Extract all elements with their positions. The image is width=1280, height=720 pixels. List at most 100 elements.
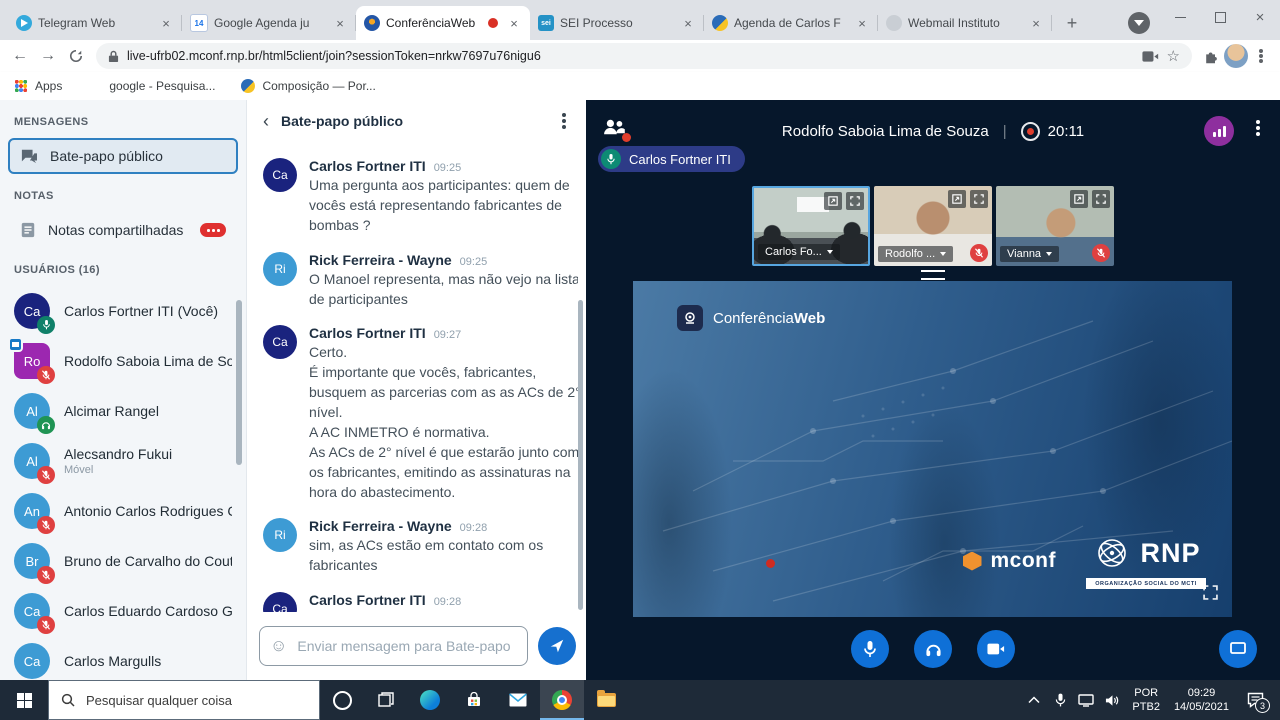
- browser-tab[interactable]: Agenda de Carlos F ×: [704, 6, 878, 40]
- bookmark-item[interactable]: google - Pesquisa...: [88, 79, 215, 93]
- presentation-fullscreen-icon[interactable]: [1203, 585, 1218, 605]
- tray-mic-button[interactable]: [1047, 680, 1073, 720]
- send-message-button[interactable]: [538, 627, 576, 665]
- webcam-tile[interactable]: Rodolfo ...: [874, 186, 992, 266]
- user-list-item[interactable]: Al Alecsandro Fukui Móvel: [0, 436, 246, 486]
- forward-button[interactable]: →: [34, 42, 62, 70]
- language-indicator[interactable]: POR PTB2: [1132, 686, 1160, 715]
- user-list-item[interactable]: Ca Carlos Margulls: [0, 636, 246, 680]
- browser-tab[interactable]: 14 Google Agenda ju ×: [182, 6, 356, 40]
- window-close-button[interactable]: ×: [1240, 3, 1280, 31]
- user-list-item[interactable]: Ca Carlos Fortner ITI (Você): [0, 286, 246, 336]
- tab-favicon: 14: [190, 14, 208, 32]
- audio-button[interactable]: [914, 630, 952, 668]
- taskbar-search[interactable]: [48, 680, 320, 720]
- browser-tab[interactable]: Webmail Instituto ×: [878, 6, 1052, 40]
- back-button[interactable]: ←: [6, 42, 34, 70]
- tab-close-icon[interactable]: ×: [332, 15, 348, 31]
- emoji-icon[interactable]: ☺: [270, 636, 287, 656]
- address-bar[interactable]: live-ufrb02.mconf.rnp.br/html5client/joi…: [96, 43, 1192, 69]
- task-view-icon: [378, 692, 394, 708]
- webcam-fullscreen-icon[interactable]: [1092, 190, 1110, 208]
- user-list: Ca Carlos Fortner ITI (Você): [0, 286, 246, 680]
- webcam-tile[interactable]: Vianna: [996, 186, 1114, 266]
- file-explorer-button[interactable]: [584, 680, 628, 720]
- shared-notes-item[interactable]: Notas compartilhadas: [8, 212, 238, 248]
- talking-indicator[interactable]: Carlos Fortner ITI: [598, 146, 745, 172]
- chat-message-input[interactable]: [295, 637, 517, 655]
- taskbar-search-input[interactable]: [84, 692, 307, 709]
- bookmark-item[interactable]: Composição — Por...: [241, 79, 375, 93]
- tray-expand-button[interactable]: [1021, 680, 1047, 720]
- webcam-popout-icon[interactable]: [824, 192, 842, 210]
- camera-indicator-icon[interactable]: [1142, 50, 1159, 63]
- extensions-icon[interactable]: [1198, 43, 1224, 69]
- chrome-taskbar-button[interactable]: [540, 680, 584, 720]
- notes-alert-badge: [200, 223, 226, 237]
- window-minimize-button[interactable]: [1160, 3, 1200, 31]
- userlist-scrollbar[interactable]: [236, 300, 242, 465]
- bookmark-item[interactable]: Apps: [14, 79, 62, 93]
- webcam-fullscreen-icon[interactable]: [846, 192, 864, 210]
- tab-search-icon[interactable]: [1128, 12, 1150, 34]
- chevron-up-icon: [1028, 696, 1040, 704]
- bookmark-label: google - Pesquisa...: [109, 79, 215, 93]
- windows-logo-icon: [17, 693, 32, 708]
- tray-volume-button[interactable]: [1099, 680, 1125, 720]
- profile-avatar[interactable]: [1224, 44, 1248, 68]
- tray-display-button[interactable]: [1073, 680, 1099, 720]
- user-list-item[interactable]: Ca Carlos Eduardo Cardoso Galhar...: [0, 586, 246, 636]
- tab-close-icon[interactable]: ×: [158, 15, 174, 31]
- browser-tab[interactable]: ConferênciaWeb ×: [356, 6, 530, 40]
- mute-button[interactable]: [851, 630, 889, 668]
- mail-button[interactable]: [496, 680, 540, 720]
- recording-indicator[interactable]: 20:11: [1021, 122, 1084, 141]
- user-name: Alecsandro Fukui: [64, 446, 172, 462]
- webcam-fullscreen-icon[interactable]: [970, 190, 988, 208]
- bookmark-star-icon[interactable]: ☆: [1167, 47, 1180, 65]
- chat-scrollbar[interactable]: [578, 300, 583, 610]
- webcam-tile[interactable]: Carlos Fo...: [752, 186, 870, 266]
- browser-menu-icon[interactable]: [1248, 43, 1274, 69]
- webcam-resize-handle[interactable]: [921, 270, 945, 280]
- chat-back-icon[interactable]: ‹: [263, 111, 269, 132]
- chat-input-box[interactable]: ☺: [259, 626, 528, 666]
- webcam-name-label[interactable]: Carlos Fo...: [758, 244, 840, 260]
- browser-tab[interactable]: Telegram Web ×: [8, 6, 182, 40]
- tab-close-icon[interactable]: ×: [854, 15, 870, 31]
- connection-status-button[interactable]: [1204, 116, 1234, 146]
- bookmark-icon: [241, 79, 255, 93]
- store-button[interactable]: [452, 680, 496, 720]
- window-restore-button[interactable]: [1200, 3, 1240, 31]
- stage-options-icon[interactable]: [1256, 126, 1260, 130]
- user-list-item[interactable]: Ro Rodolfo Saboia Lima de Souza: [0, 336, 246, 386]
- webcam-name-label[interactable]: Rodolfo ...: [878, 246, 953, 262]
- notification-count-badge: 3: [1255, 698, 1270, 713]
- edge-button[interactable]: [408, 680, 452, 720]
- tab-close-icon[interactable]: ×: [680, 15, 696, 31]
- tab-close-icon[interactable]: ×: [506, 15, 522, 31]
- restore-presentation-button[interactable]: [1219, 630, 1257, 668]
- browser-toolbar: ← → live-ufrb02.mconf.rnp.br/html5client…: [0, 40, 1280, 72]
- webcam-share-button[interactable]: [977, 630, 1015, 668]
- clock[interactable]: 09:29 14/05/2021: [1174, 686, 1229, 715]
- webcam-name-label[interactable]: Vianna: [1000, 246, 1059, 262]
- webcam-popout-icon[interactable]: [948, 190, 966, 208]
- browser-tab[interactable]: sei SEI Processo ×: [530, 6, 704, 40]
- public-chat-item[interactable]: Bate-papo público: [8, 138, 238, 174]
- webcam-popout-icon[interactable]: [1070, 190, 1088, 208]
- window-controls: ×: [1160, 0, 1280, 34]
- task-view-button[interactable]: [364, 680, 408, 720]
- conferenciaweb-logo: ConferênciaWeb: [677, 305, 825, 331]
- chat-options-icon[interactable]: [562, 119, 566, 123]
- user-list-item[interactable]: Br Bruno de Carvalho do Couto: [0, 536, 246, 586]
- tab-close-icon[interactable]: ×: [1028, 15, 1044, 31]
- cortana-button[interactable]: [320, 680, 364, 720]
- user-list-item[interactable]: Al Alcimar Rangel: [0, 386, 246, 436]
- store-icon: [466, 692, 482, 708]
- action-center-button[interactable]: 3: [1236, 680, 1274, 720]
- start-button[interactable]: [0, 680, 48, 720]
- reload-button[interactable]: [62, 42, 90, 70]
- user-list-item[interactable]: An Antonio Carlos Rodrigues Crist...: [0, 486, 246, 536]
- new-tab-button[interactable]: +: [1058, 9, 1086, 37]
